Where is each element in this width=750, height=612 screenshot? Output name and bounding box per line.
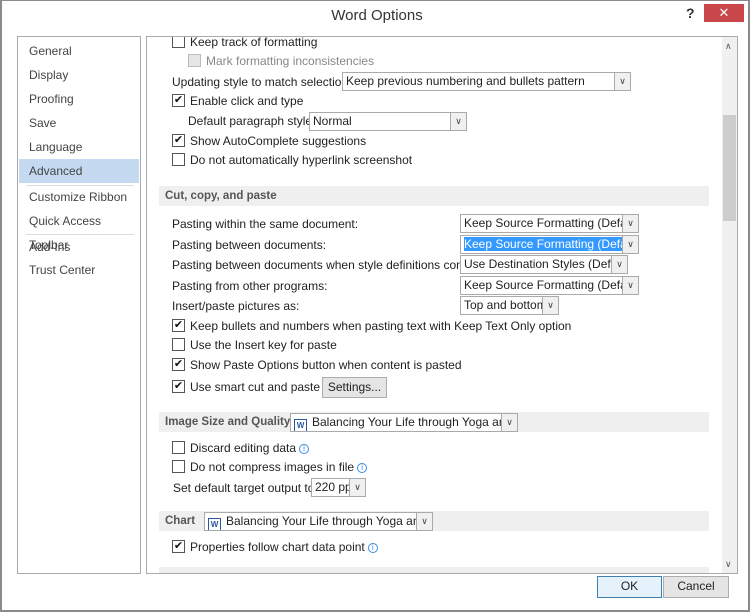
chevron-down-icon: ∨	[622, 236, 638, 253]
target-output-dropdown[interactable]: 220 ppi ∨	[311, 478, 366, 497]
updating-style-label: Updating style to match selection:	[172, 75, 352, 89]
nav-add-ins[interactable]: Add-Ins	[19, 235, 139, 259]
keep-track-label: Keep track of formatting	[190, 36, 318, 49]
options-nav: General Display Proofing Save Language A…	[17, 36, 141, 574]
chevron-down-icon: ∨	[611, 256, 627, 273]
chevron-down-icon: ∨	[542, 297, 558, 314]
scroll-up-icon[interactable]: ∧	[725, 41, 732, 52]
discard-text: Discard editing data	[190, 441, 297, 455]
nav-general[interactable]: General	[19, 39, 139, 63]
nav-language[interactable]: Language	[19, 135, 139, 159]
section-title: Image Size and Quality	[165, 416, 291, 428]
insert-key-label: Use the Insert key for paste	[190, 338, 337, 352]
nav-save[interactable]: Save	[19, 111, 139, 135]
click-type-checkbox[interactable]: ✔	[172, 94, 185, 107]
chevron-down-icon: ∨	[622, 277, 638, 294]
autocomplete-label: Show AutoComplete suggestions	[190, 134, 367, 148]
cancel-button[interactable]: Cancel	[663, 576, 729, 598]
paste-conflict-label: Pasting between documents when style def…	[172, 258, 485, 272]
target-output-label: Set default target output to:	[173, 481, 318, 495]
dropdown-value: Normal	[313, 114, 352, 128]
paste-options-checkbox[interactable]: ✔	[172, 358, 185, 371]
info-icon[interactable]: i	[367, 543, 378, 553]
advanced-options-panel: Keep track of formatting Mark formatting…	[146, 36, 738, 574]
chart-document-dropdown[interactable]: W Balancing Your Life through Yoga and ..…	[204, 512, 433, 531]
chevron-down-icon: ∨	[501, 414, 517, 431]
no-hyperlink-checkbox[interactable]	[172, 153, 185, 166]
dropdown-value: Balancing Your Life through Yoga and ...	[226, 514, 433, 528]
paste-within-label: Pasting within the same document:	[172, 217, 359, 231]
updating-style-dropdown[interactable]: Keep previous numbering and bullets patt…	[342, 72, 631, 91]
default-paragraph-dropdown[interactable]: Normal ∨	[309, 112, 467, 131]
chevron-down-icon: ∨	[614, 73, 630, 90]
no-compress-label: Do not compress images in file i	[190, 459, 368, 475]
keep-bullets-checkbox[interactable]: ✔	[172, 319, 185, 332]
section-title: Chart	[165, 515, 196, 527]
chart-follow-checkbox[interactable]: ✔	[172, 540, 185, 553]
paste-pictures-dropdown[interactable]: Top and bottom ∨	[460, 296, 559, 315]
no-compress-checkbox[interactable]	[172, 460, 185, 473]
keep-track-checkbox[interactable]	[172, 37, 185, 48]
mark-inconsistencies-checkbox	[188, 54, 201, 67]
paste-pictures-label: Insert/paste pictures as:	[172, 299, 300, 313]
discard-editing-label: Discard editing data i	[190, 440, 310, 456]
chevron-down-icon: ∨	[450, 113, 466, 130]
dropdown-value: Keep Source Formatting (Default)	[464, 216, 639, 230]
default-paragraph-label: Default paragraph style:	[188, 114, 316, 128]
discard-editing-checkbox[interactable]	[172, 441, 185, 454]
paste-other-dropdown[interactable]: Keep Source Formatting (Default) ∨	[460, 276, 639, 295]
no-compress-text: Do not compress images in file	[190, 460, 355, 474]
click-type-label: Enable click and type	[190, 94, 304, 108]
nav-proofing[interactable]: Proofing	[19, 87, 139, 111]
scrollbar-thumb[interactable]	[723, 115, 736, 221]
nav-quick-access-toolbar[interactable]: Quick Access Toolbar	[19, 209, 139, 252]
insert-key-checkbox[interactable]	[172, 338, 185, 351]
dropdown-value: Balancing Your Life through Yoga and ...	[312, 415, 518, 429]
chevron-down-icon: ∨	[416, 513, 432, 530]
ok-button[interactable]: OK	[597, 576, 662, 598]
no-hyperlink-label: Do not automatically hyperlink screensho…	[190, 153, 413, 167]
image-document-dropdown[interactable]: W Balancing Your Life through Yoga and ..…	[290, 413, 518, 432]
window-title: Word Options	[331, 7, 423, 24]
smart-cut-checkbox[interactable]: ✔	[172, 380, 185, 393]
paste-other-label: Pasting from other programs:	[172, 279, 328, 293]
paste-within-dropdown[interactable]: Keep Source Formatting (Default) ∨	[460, 214, 639, 233]
nav-customize-ribbon[interactable]: Customize Ribbon	[19, 185, 139, 209]
paste-between-label: Pasting between documents:	[172, 238, 327, 252]
cut-copy-paste-header: Cut, copy, and paste	[159, 186, 709, 206]
close-button[interactable]: ✕	[704, 4, 744, 22]
smart-cut-label: Use smart cut and pastei	[190, 379, 334, 395]
dropdown-value: Keep previous numbering and bullets patt…	[346, 74, 585, 88]
smart-cut-text: Use smart cut and paste	[190, 380, 321, 394]
scroll-down-icon[interactable]: ∨	[725, 559, 732, 570]
word-document-icon: W	[208, 518, 221, 530]
info-icon[interactable]: i	[299, 444, 310, 454]
next-section-header	[159, 567, 709, 573]
autocomplete-checkbox[interactable]: ✔	[172, 134, 185, 147]
paste-options-label: Show Paste Options button when content i…	[190, 358, 462, 372]
word-options-dialog: Word Options ? ✕ General Display Proofin…	[0, 0, 750, 612]
nav-display[interactable]: Display	[19, 63, 139, 87]
nav-trust-center[interactable]: Trust Center	[19, 258, 139, 282]
help-button[interactable]: ?	[686, 5, 695, 21]
info-icon[interactable]: i	[357, 463, 368, 473]
chevron-down-icon: ∨	[349, 479, 365, 496]
keep-bullets-label: Keep bullets and numbers when pasting te…	[190, 319, 572, 333]
chevron-down-icon: ∨	[622, 215, 638, 232]
paste-conflict-dropdown[interactable]: Use Destination Styles (Default) ∨	[460, 255, 628, 274]
dropdown-value: Keep Source Formatting (Default)	[464, 237, 638, 251]
nav-advanced[interactable]: Advanced	[19, 159, 139, 183]
paste-between-dropdown[interactable]: Keep Source Formatting (Default) ∨	[460, 235, 639, 254]
dropdown-value: Top and bottom	[464, 298, 547, 312]
settings-button[interactable]: Settings...	[322, 377, 387, 398]
word-document-icon: W	[294, 419, 307, 431]
vertical-scrollbar[interactable]: ∧ ∨	[722, 37, 737, 573]
mark-inconsistencies-label: Mark formatting inconsistencies	[206, 54, 375, 68]
dropdown-value: Keep Source Formatting (Default)	[464, 278, 639, 292]
chart-follow-label: Properties follow chart data point i	[190, 539, 378, 555]
chart-follow-text: Properties follow chart data point	[190, 540, 365, 554]
dropdown-value: Use Destination Styles (Default)	[464, 257, 628, 271]
